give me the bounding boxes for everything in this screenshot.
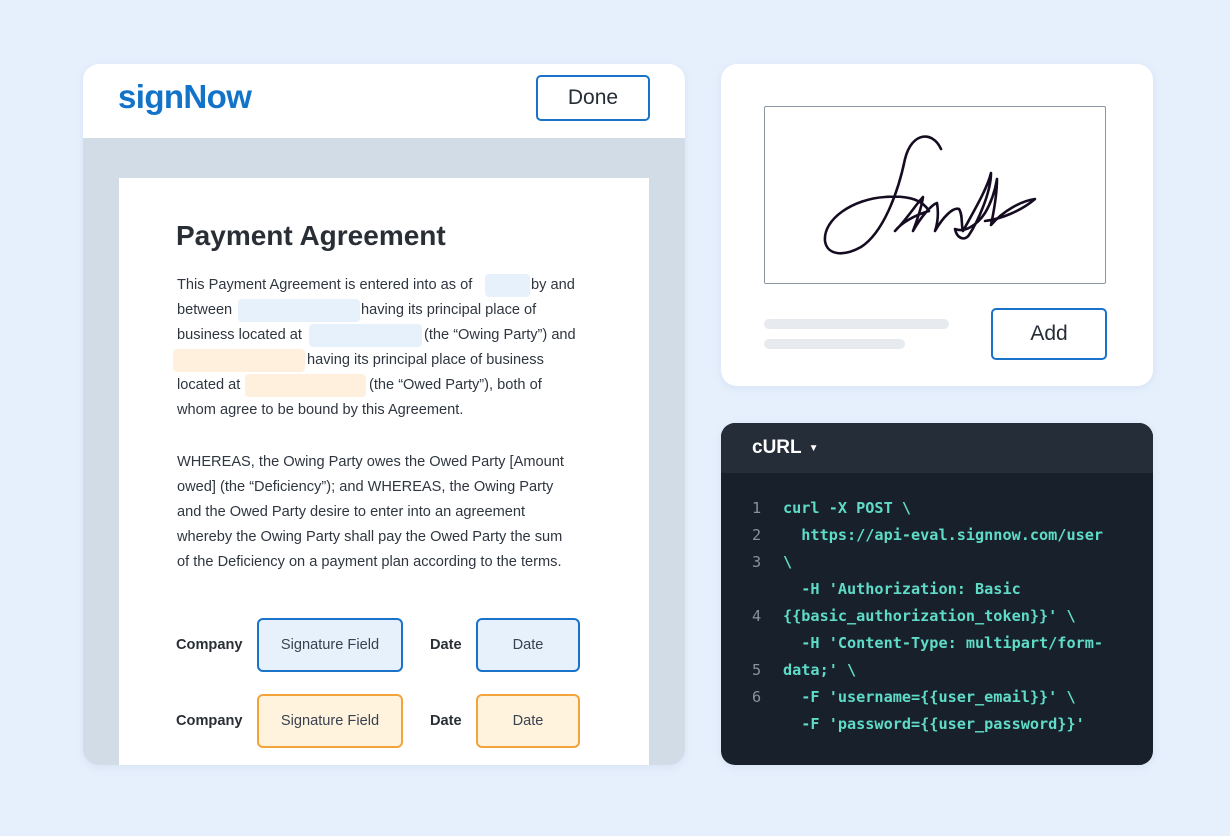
paragraph-line: of the Deficiency on a payment plan acco… — [177, 554, 562, 570]
placeholder-line — [764, 339, 905, 349]
language-label: cURL — [752, 437, 802, 458]
document-page: Payment Agreement This Payment Agreement… — [119, 178, 649, 765]
owing-party-address-blank[interactable] — [309, 324, 422, 347]
line-number: 2 — [752, 526, 762, 544]
date-label: Date — [430, 713, 462, 729]
code-line: -H 'Authorization: Basic — [783, 580, 1021, 598]
language-select[interactable]: cURL ▼ — [752, 423, 819, 473]
handwritten-signature-icon — [823, 135, 1037, 255]
line-number: 6 — [752, 688, 762, 706]
document-title: Payment Agreement — [176, 220, 446, 251]
line-number: 1 — [752, 499, 762, 517]
line-number: 3 — [752, 553, 762, 571]
placeholder-line — [764, 319, 949, 329]
code-line: {{basic_authorization_token}}' \ — [783, 607, 1076, 625]
date-label: Date — [430, 637, 462, 653]
date-field[interactable]: Date — [476, 694, 580, 748]
code-header: cURL ▼ — [721, 423, 1153, 473]
paragraph-line: whereby the Owing Party shall pay the Ow… — [177, 529, 563, 545]
code-line: -F 'username={{user_email}}' \ — [783, 688, 1076, 706]
signature-field[interactable]: Signature Field — [257, 694, 403, 748]
line-number: 5 — [752, 661, 762, 679]
add-button[interactable]: Add — [991, 308, 1107, 360]
date-input-blank[interactable] — [485, 274, 530, 297]
paragraph-line: This Payment Agreement is entered into a… — [177, 277, 575, 293]
paragraph-line: business located at (the “Owing Party”) … — [177, 327, 576, 343]
line-number: 4 — [752, 607, 762, 625]
done-button[interactable]: Done — [536, 75, 650, 121]
paragraph-line: between having its principal place of — [177, 302, 537, 318]
date-field[interactable]: Date — [476, 618, 580, 672]
paragraph-line: located at (the “Owed Party”), both of — [177, 377, 542, 393]
signature-pad[interactable] — [764, 106, 1106, 284]
code-card: cURL ▼ 1 2 3 4 5 6 curl -X POST \ https:… — [721, 423, 1153, 765]
owing-party-name-blank[interactable] — [238, 299, 360, 322]
company-label: Company — [176, 637, 243, 653]
signature-card: Add — [721, 64, 1153, 386]
caret-down-icon: ▼ — [808, 442, 819, 454]
brand-logo: signNow — [118, 78, 252, 115]
code-line: \ — [783, 553, 793, 571]
code-line: https://api-eval.signnow.com/user — [783, 526, 1104, 544]
owed-party-name-blank[interactable] — [173, 349, 305, 372]
owed-party-address-blank[interactable] — [245, 374, 366, 397]
paragraph-line: and the Owed Party desire to enter into … — [177, 504, 526, 520]
company-label: Company — [176, 713, 243, 729]
code-line: -H 'Content-Type: multipart/form- — [783, 634, 1104, 652]
document-header: signNow Done — [83, 64, 685, 138]
paragraph-line: owed] (the “Deficiency”); and WHEREAS, t… — [177, 479, 554, 495]
paragraph-line: WHEREAS, the Owing Party owes the Owed P… — [177, 454, 564, 470]
document-card: signNow Done Payment Agreement This Paym… — [83, 64, 685, 765]
signature-field[interactable]: Signature Field — [257, 618, 403, 672]
code-line: curl -X POST \ — [783, 499, 912, 517]
code-line: -F 'password={{user_password}}' — [783, 715, 1085, 733]
code-line: data;' \ — [783, 661, 857, 679]
paragraph-line: whom agree to be bound by this Agreement… — [177, 402, 464, 418]
